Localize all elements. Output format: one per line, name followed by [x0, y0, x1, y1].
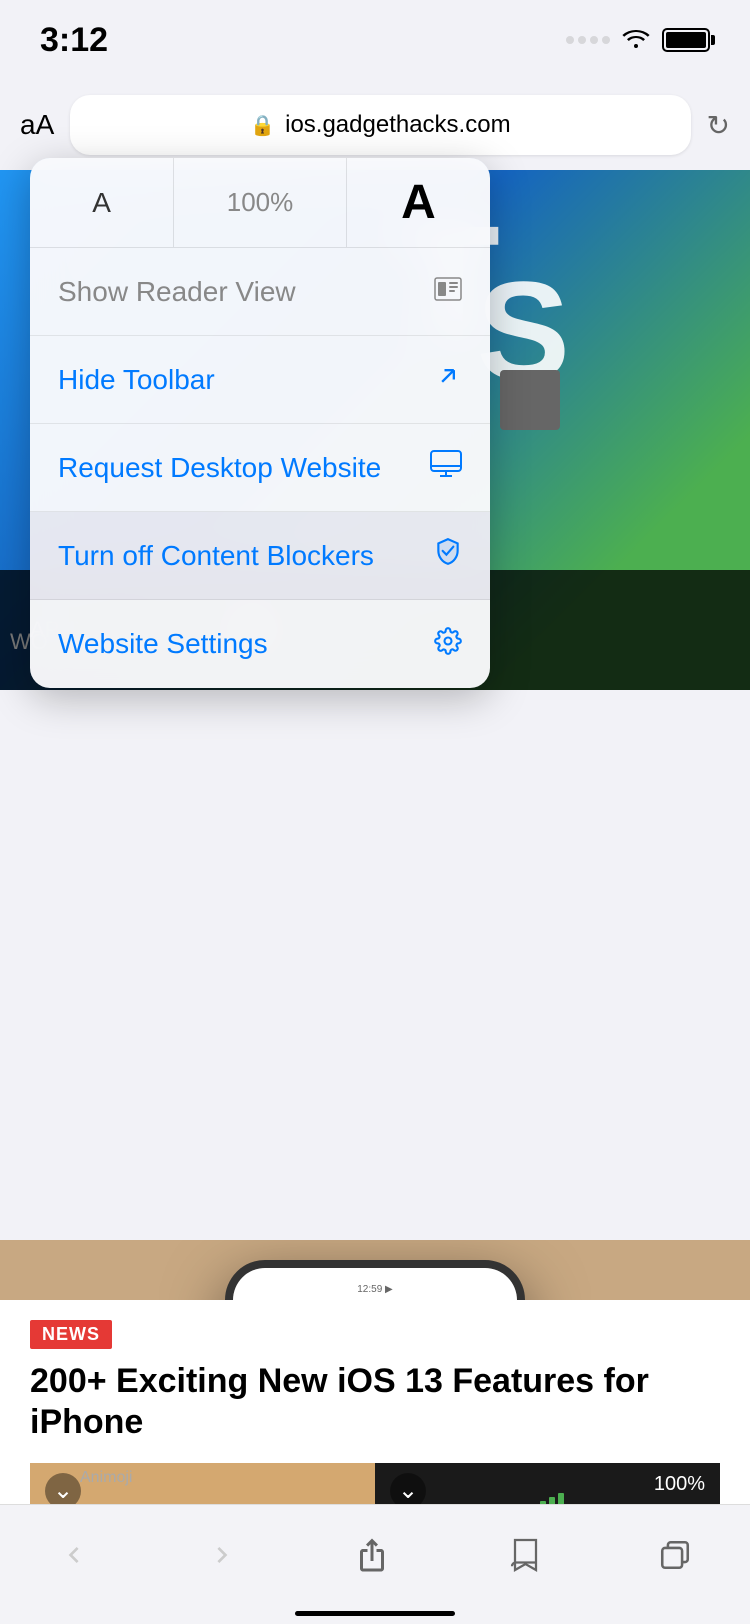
address-bar: aA 🔒 ios.gadgethacks.com ↻	[0, 80, 750, 170]
hide-toolbar-item[interactable]: Hide Toolbar	[30, 336, 490, 424]
aa-button[interactable]: aA	[20, 109, 54, 141]
phone-screen-status: 12:59 ▶	[245, 1284, 505, 1295]
hero-gray-box	[500, 370, 560, 430]
share-button[interactable]	[354, 1537, 390, 1573]
dropdown-menu: A 100% A Show Reader View Hide Toolbar	[30, 158, 490, 688]
shield-icon	[434, 537, 462, 574]
reader-view-icon	[434, 276, 462, 308]
status-time: 3:12	[40, 21, 108, 60]
thumb-signal: Carrier LTE 📶 Carrier 2 📞 Union	[512, 1493, 583, 1504]
bookmarks-button[interactable]	[506, 1537, 542, 1573]
reader-view-item[interactable]: Show Reader View	[30, 248, 490, 336]
signal-dots-icon	[566, 36, 610, 44]
tabs-button[interactable]	[658, 1538, 692, 1572]
news-section: NEWS 200+ Exciting New iOS 13 Features f…	[0, 1300, 750, 1504]
website-settings-item[interactable]: Website Settings	[30, 600, 490, 688]
hide-toolbar-icon	[434, 362, 462, 397]
desktop-website-item[interactable]: Request Desktop Website	[30, 424, 490, 512]
news-badge: NEWS	[30, 1320, 112, 1349]
font-increase-button[interactable]: A	[347, 158, 490, 247]
content-blockers-label: Turn off Content Blockers	[58, 540, 374, 572]
font-decrease-button[interactable]: A	[30, 158, 174, 247]
home-indicator	[295, 1611, 455, 1616]
font-size-row: A 100% A	[30, 158, 490, 248]
website-settings-label: Website Settings	[58, 628, 268, 660]
content-blockers-item[interactable]: Turn off Content Blockers	[30, 512, 490, 600]
content-scroll-area: ⌄ 12:59 ▶ ‹ General Software Update On A…	[0, 690, 750, 1270]
url-text: ios.gadgethacks.com	[285, 111, 510, 139]
forward-button[interactable]	[206, 1539, 238, 1571]
thumb-pct: 100%	[654, 1473, 705, 1496]
settings-gear-icon	[434, 627, 462, 662]
thumb-left: ⌄ Animoji 🦒	[30, 1463, 375, 1504]
thumb-left-chevron: ⌄	[45, 1473, 81, 1504]
desktop-website-label: Request Desktop Website	[58, 452, 381, 484]
reader-view-label: Show Reader View	[58, 276, 296, 308]
wifi-icon	[622, 26, 650, 55]
desktop-icon	[430, 450, 462, 485]
font-percent: 100%	[174, 158, 347, 247]
back-button[interactable]	[58, 1539, 90, 1571]
news-headline: 200+ Exciting New iOS 13 Features for iP…	[30, 1361, 720, 1443]
battery-icon	[662, 28, 710, 52]
status-icons	[566, 26, 710, 55]
thumb-right-chevron: ⌄	[390, 1473, 426, 1504]
refresh-button[interactable]: ↻	[707, 109, 730, 142]
lock-icon: 🔒	[250, 113, 275, 138]
thumb-right: ⌄ 100% Carrier LTE 📶 Carrier 2	[375, 1463, 720, 1504]
news-thumbnails: ⌄ Animoji 🦒 ⌄ 100% Carrier LTE 📶	[30, 1463, 720, 1504]
bottom-toolbar	[0, 1504, 750, 1624]
status-bar: 3:12	[0, 0, 750, 80]
url-bar[interactable]: 🔒 ios.gadgethacks.com	[70, 95, 690, 155]
hide-toolbar-label: Hide Toolbar	[58, 364, 215, 396]
